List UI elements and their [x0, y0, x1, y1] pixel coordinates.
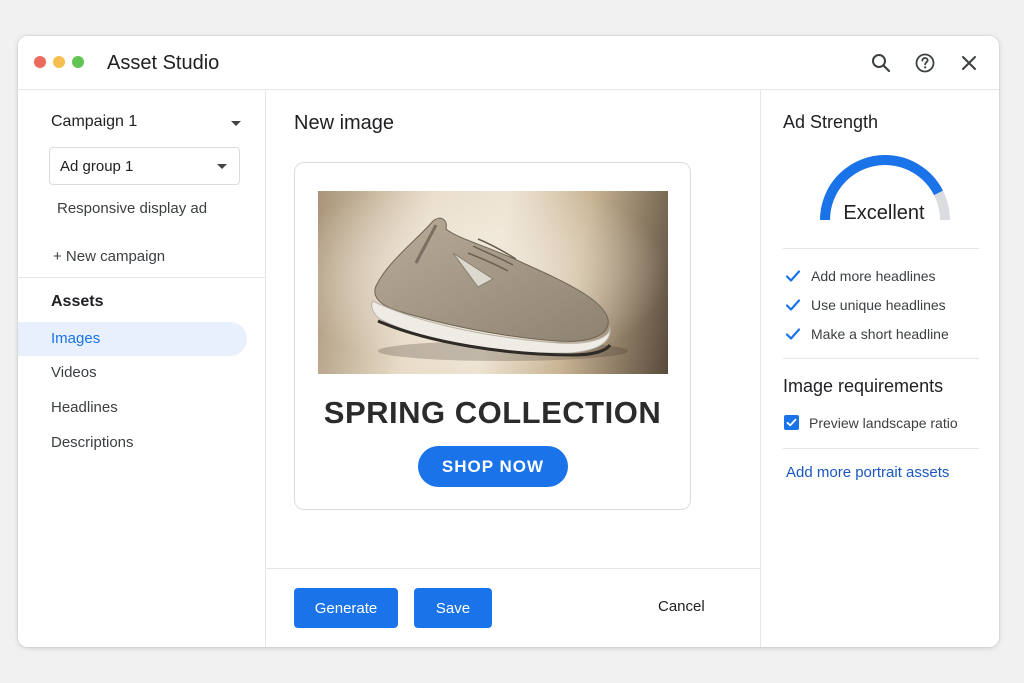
- divider: [783, 358, 979, 359]
- checklist-label: Make a short headline: [811, 326, 949, 342]
- help-icon[interactable]: [912, 50, 938, 76]
- sneaker-image: [318, 191, 668, 374]
- checklist-item: Make a short headline: [785, 324, 985, 344]
- search-icon[interactable]: [868, 50, 894, 76]
- add-portrait-assets-link[interactable]: Add more portrait assets: [786, 464, 949, 481]
- sidebar-item-headlines[interactable]: Headlines: [18, 391, 247, 425]
- checkbox-label: Preview landscape ratio: [809, 415, 958, 431]
- ad-preview-card: SPRING COLLECTION SHOP NOW: [294, 162, 691, 510]
- checklist-label: Use unique headlines: [811, 297, 946, 313]
- sidebar-item-label: Videos: [51, 364, 97, 381]
- ad-strength-title: Ad Strength: [783, 112, 879, 132]
- preview-landscape-checkbox[interactable]: Preview landscape ratio: [784, 413, 984, 433]
- ad-strength-value: Excellent: [843, 202, 925, 224]
- ad-group-dropdown[interactable]: Ad group 1: [49, 147, 240, 185]
- assets-heading: Assets: [51, 293, 104, 310]
- sidebar-item-videos[interactable]: Videos: [18, 356, 247, 390]
- new-campaign-link[interactable]: + New campaign: [53, 248, 165, 265]
- ad-type-item[interactable]: Responsive display ad: [57, 200, 207, 217]
- sidebar-item-label: Images: [51, 330, 101, 347]
- divider: [18, 277, 266, 278]
- sidebar-item-label: Headlines: [51, 399, 118, 416]
- cancel-button[interactable]: Cancel: [658, 598, 705, 615]
- chevron-down-icon: [231, 121, 241, 126]
- image-requirements-title: Image requirements: [783, 376, 944, 396]
- app-window: Asset Studio Campaign 1 Ad group 1 Respo…: [18, 36, 999, 647]
- main-panel: New image SPRING COLLECTION SHOP NOW Gen…: [266, 90, 760, 647]
- ad-group-label: Ad group 1: [60, 158, 134, 175]
- sidebar-item-descriptions[interactable]: Descriptions: [18, 426, 247, 460]
- generate-button[interactable]: Generate: [294, 588, 398, 628]
- ad-headline: SPRING COLLECTION: [323, 395, 662, 430]
- shop-now-button[interactable]: SHOP NOW: [418, 446, 568, 487]
- campaign-dropdown[interactable]: Campaign 1: [51, 110, 247, 138]
- app-title: Asset Studio: [107, 52, 220, 74]
- checklist-label: Add more headlines: [811, 268, 936, 284]
- save-button[interactable]: Save: [414, 588, 492, 628]
- checkbox-checked-icon[interactable]: [784, 415, 799, 430]
- divider: [783, 248, 979, 249]
- title-bar: Asset Studio: [18, 36, 999, 90]
- page-title: New image: [294, 112, 395, 134]
- sidebar-item-label: Descriptions: [51, 434, 134, 451]
- chevron-down-icon: [217, 164, 227, 169]
- checkmark-icon: [785, 328, 801, 340]
- right-panel: Ad Strength Excellent Add more headlines…: [760, 90, 999, 647]
- window-close-dot[interactable]: [34, 56, 46, 68]
- window-maximize-dot[interactable]: [72, 56, 84, 68]
- checkmark-icon: [785, 299, 801, 311]
- sidebar: Campaign 1 Ad group 1 Responsive display…: [18, 90, 266, 647]
- checkmark-icon: [785, 270, 801, 282]
- sidebar-item-images[interactable]: Images: [18, 322, 247, 356]
- window-minimize-dot[interactable]: [53, 56, 65, 68]
- divider: [783, 448, 979, 449]
- close-icon[interactable]: [956, 50, 982, 76]
- checklist-item: Use unique headlines: [785, 295, 985, 315]
- checklist-item: Add more headlines: [785, 266, 985, 286]
- campaign-label: Campaign 1: [51, 113, 138, 130]
- divider: [266, 568, 760, 569]
